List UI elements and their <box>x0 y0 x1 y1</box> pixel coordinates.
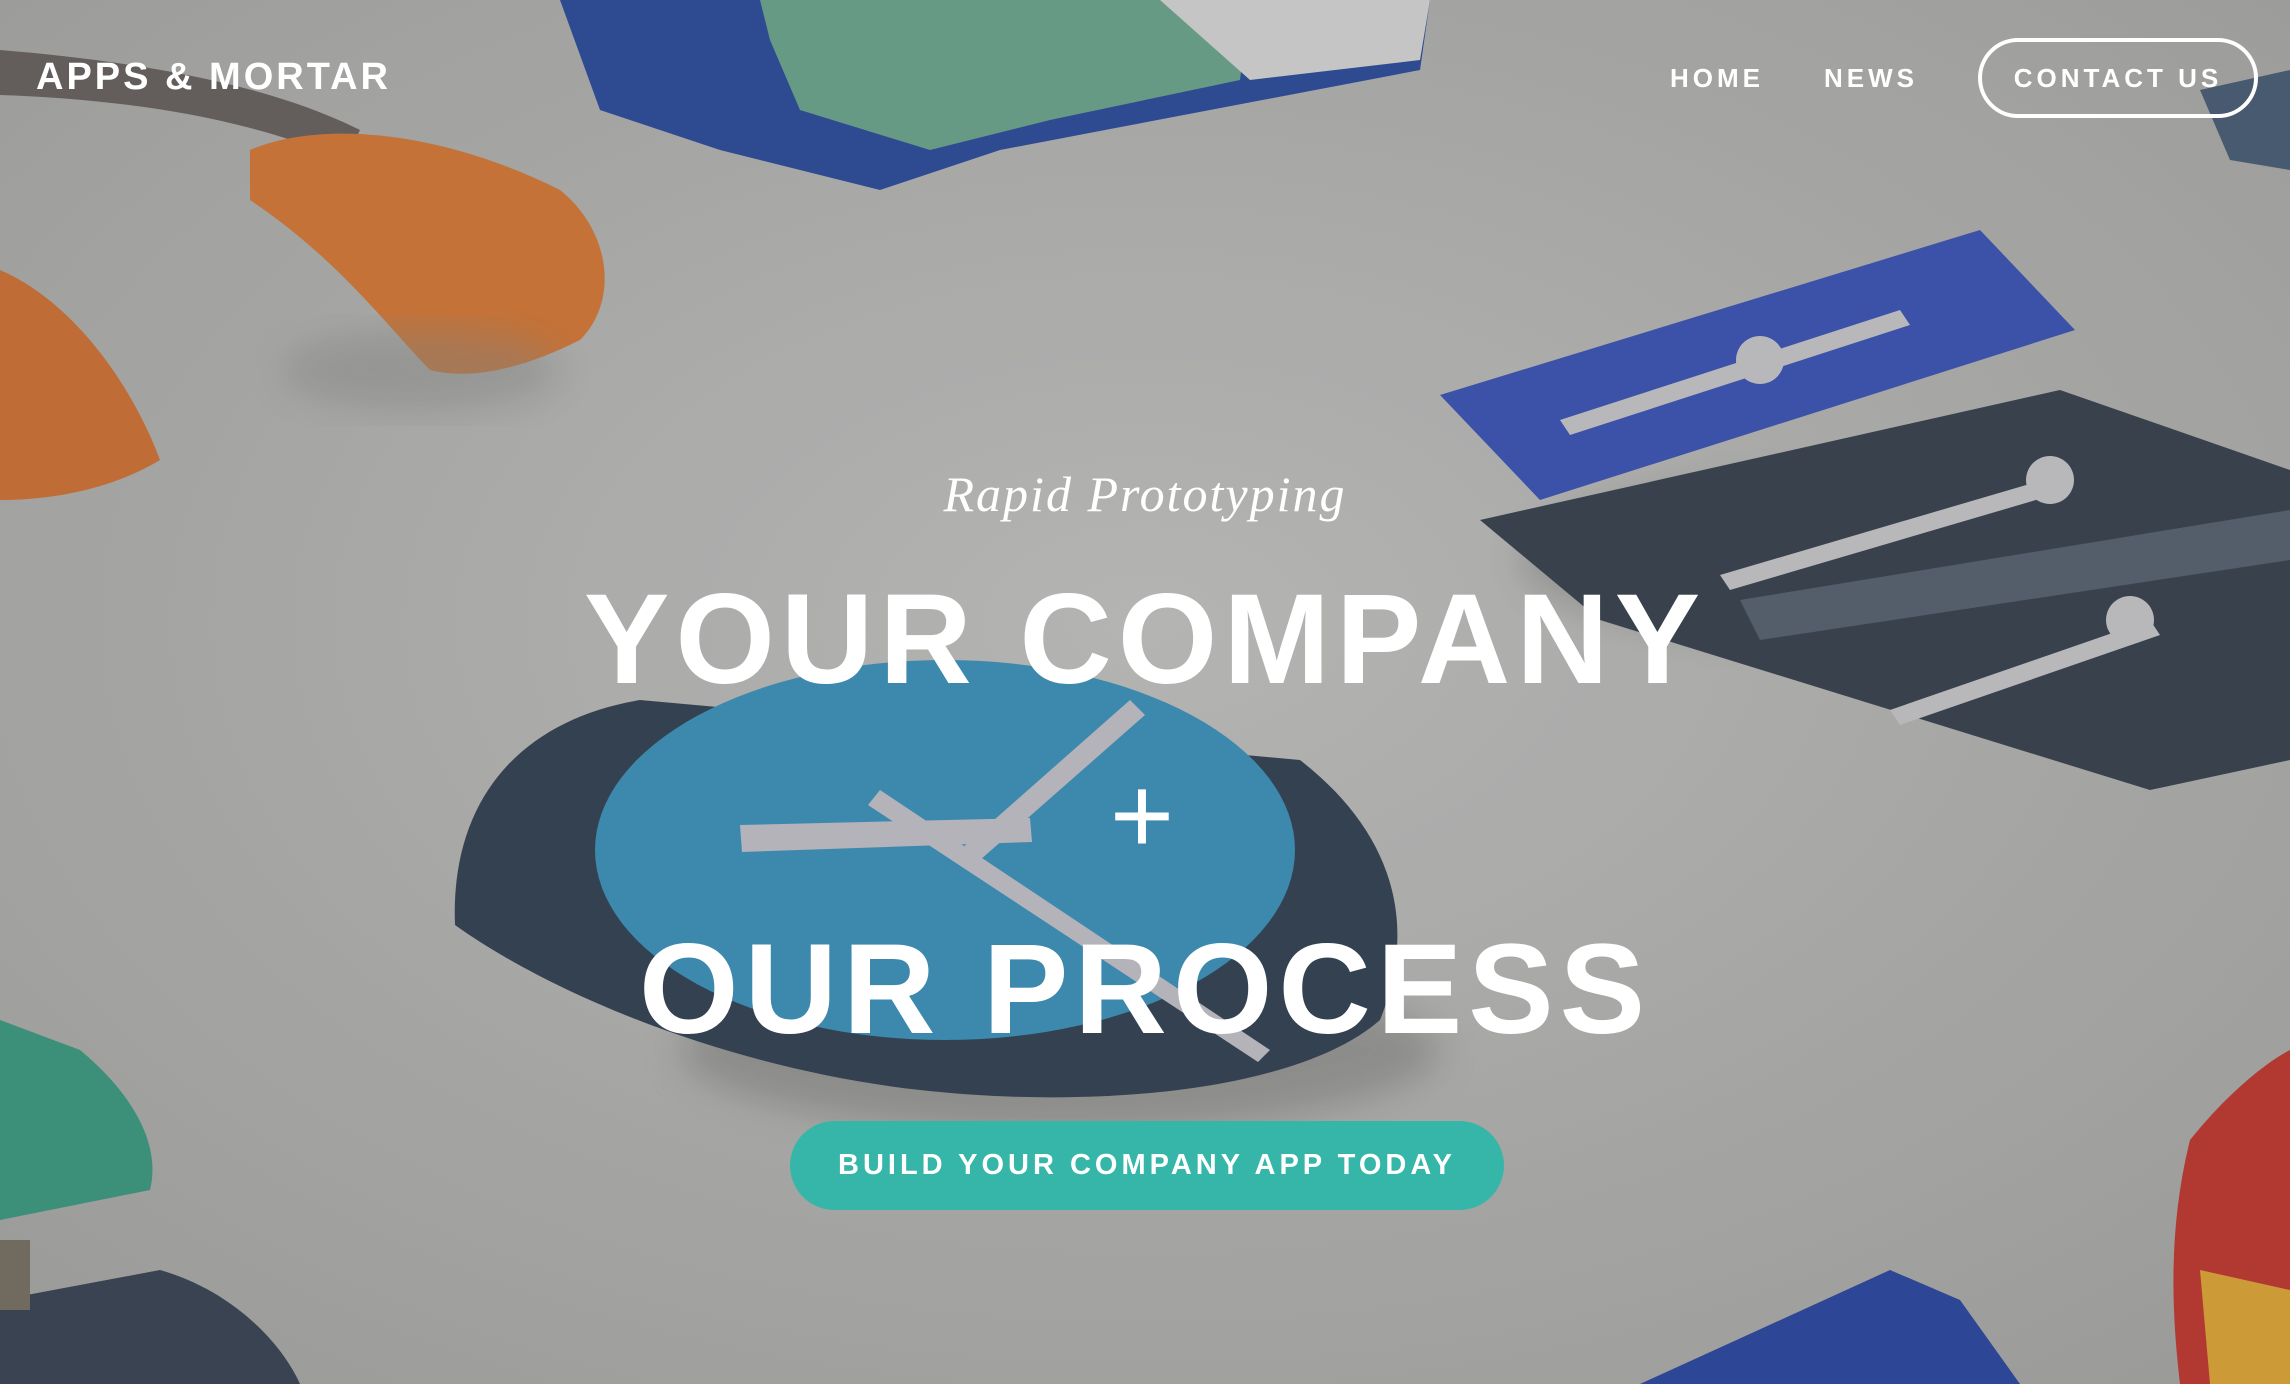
hero-headline-line-2: OUR PROCESS <box>639 918 1651 1061</box>
hero-headline-line-1: YOUR COMPANY <box>583 568 1707 711</box>
hero-headline-plus: + <box>1109 754 1181 877</box>
hero-tagline: Rapid Prototyping <box>943 466 1347 522</box>
build-app-cta-button[interactable]: BUILD YOUR COMPANY APP TODAY <box>790 1121 1504 1210</box>
landing-page: APPS & MORTAR HOME NEWS CONTACT US Rapid… <box>0 0 2290 1384</box>
hero-section: Rapid Prototyping YOUR COMPANY + OUR PRO… <box>0 0 2290 1384</box>
